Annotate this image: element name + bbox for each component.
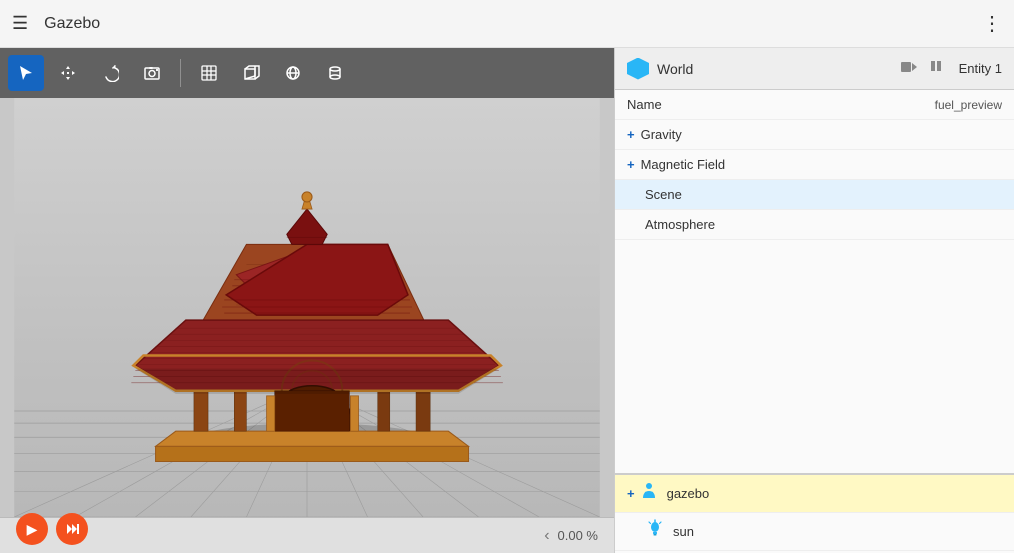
move-tool-button[interactable] [50, 55, 86, 91]
prop-value-name: fuel_preview [935, 98, 1002, 112]
prop-row-atmosphere[interactable]: Atmosphere [615, 210, 1014, 240]
gazebo-expand-icon[interactable]: + [627, 486, 635, 501]
sun-light-icon [645, 519, 665, 544]
prop-label-atmosphere: Atmosphere [627, 217, 1002, 232]
magnetic-expand-icon[interactable]: + [627, 157, 635, 172]
grid-tool-button[interactable] [191, 55, 227, 91]
statusbar: ▶ ‹ 0.00 % [0, 517, 614, 553]
fast-forward-button[interactable] [56, 513, 88, 545]
entity-sun[interactable]: sun [615, 513, 1014, 551]
play-button[interactable]: ▶ [16, 513, 48, 545]
select-tool-button[interactable] [8, 55, 44, 91]
viewport[interactable]: ▶ ‹ 0.00 % [0, 48, 614, 553]
cylinder-tool-button[interactable] [317, 55, 353, 91]
panel-header: World Entity 1 [615, 48, 1014, 90]
app-title: Gazebo [44, 15, 982, 33]
world-title: World [657, 61, 893, 77]
sun-name: sun [673, 524, 694, 539]
properties-panel: Name fuel_preview + Gravity + Magnetic F… [615, 90, 1014, 473]
box-tool-button[interactable] [233, 55, 269, 91]
gazebo-svg [0, 98, 614, 517]
more-icon[interactable]: ⋮ [982, 11, 1002, 36]
toolbar-separator [180, 59, 181, 87]
prop-row-scene[interactable]: Scene [615, 180, 1014, 210]
pause-button[interactable] [929, 59, 943, 78]
sphere-tool-button[interactable] [275, 55, 311, 91]
prop-row-gravity[interactable]: + Gravity [615, 120, 1014, 150]
prop-row-name[interactable]: Name fuel_preview [615, 90, 1014, 120]
titlebar: ☰ Gazebo ⋮ [0, 0, 1014, 48]
gravity-expand-icon[interactable]: + [627, 127, 635, 142]
world-icon [627, 58, 649, 80]
right-panel: World Entity 1 Name fuel_preview [614, 48, 1014, 553]
toolbar [0, 48, 614, 98]
gazebo-name: gazebo [667, 486, 710, 501]
prop-label-magnetic: Magnetic Field [641, 157, 1002, 172]
3d-scene[interactable] [0, 98, 614, 517]
prop-row-magnetic[interactable]: + Magnetic Field [615, 150, 1014, 180]
chevron-left-icon[interactable]: ‹ [544, 527, 549, 545]
entity-gazebo[interactable]: + gazebo [615, 475, 1014, 513]
entity-list: + gazebo [615, 473, 1014, 553]
main-layout: ▶ ‹ 0.00 % World [0, 48, 1014, 553]
rotate-tool-button[interactable] [92, 55, 128, 91]
gazebo-person-icon [639, 481, 659, 506]
screenshot-tool-button[interactable] [134, 55, 170, 91]
prop-label-name: Name [627, 97, 935, 112]
prop-label-gravity: Gravity [641, 127, 1002, 142]
record-button[interactable] [901, 61, 917, 76]
menu-icon[interactable]: ☰ [12, 13, 28, 34]
entity-label: Entity 1 [959, 61, 1002, 76]
prop-label-scene: Scene [627, 187, 1002, 202]
progress-value: 0.00 % [558, 528, 598, 543]
